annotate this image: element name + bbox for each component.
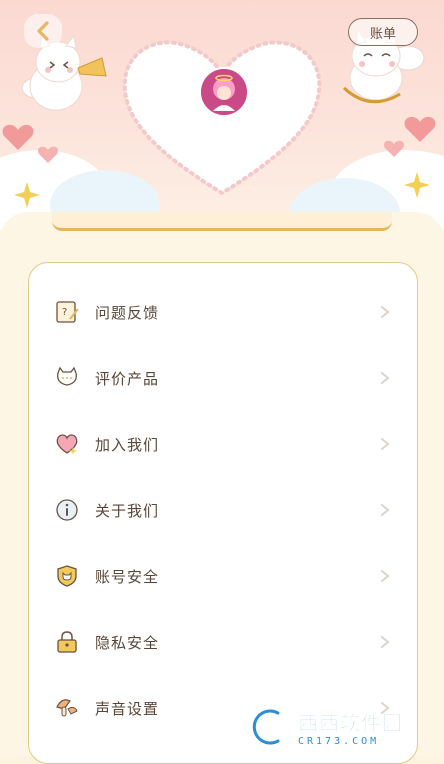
chevron-right-icon: [381, 372, 390, 384]
menu-item-feedback[interactable]: ? 问题反馈: [29, 287, 417, 337]
chevron-left-icon: [37, 21, 49, 41]
menu-item-label: 账号安全: [95, 567, 160, 586]
menu-item-label: 加入我们: [95, 435, 160, 454]
menu-item-label: 问题反馈: [95, 303, 160, 322]
chevron-right-icon: [381, 504, 390, 516]
menu-item-privacy-security[interactable]: 隐私安全: [29, 617, 417, 667]
menu-item-label: 评价产品: [95, 369, 160, 388]
join-heart-icon: [53, 430, 81, 458]
panel-tab-decoration: [52, 212, 392, 231]
avatar[interactable]: [199, 67, 249, 117]
chevron-right-icon: [381, 570, 390, 582]
menu-item-label: 关于我们: [95, 501, 160, 520]
sparkle-star-right-decoration: [404, 172, 430, 198]
rate-cat-bubble-icon: [53, 364, 81, 392]
bill-button[interactable]: 账单: [348, 18, 418, 46]
sparkle-star-left-decoration: [14, 182, 40, 208]
avatar-character-image: [201, 69, 247, 115]
account-shield-icon: [53, 562, 81, 590]
about-info-icon: [53, 496, 81, 524]
settings-menu: ? 问题反馈 评价产品 加入我们 关于我们 账号安全 隐私安全 声音设置: [28, 262, 418, 764]
watermark-domain: CR173.COM: [298, 736, 380, 747]
chevron-right-icon: [381, 636, 390, 648]
sound-mushroom-icon: [53, 694, 81, 722]
back-button[interactable]: [24, 14, 62, 48]
menu-item-account-security[interactable]: 账号安全: [29, 551, 417, 601]
svg-text:?: ?: [62, 307, 67, 318]
chevron-right-icon: [381, 438, 390, 450]
menu-item-rate-product[interactable]: 评价产品: [29, 353, 417, 403]
privacy-lock-icon: [53, 628, 81, 656]
menu-item-about-us[interactable]: 关于我们: [29, 485, 417, 535]
feedback-note-icon: ?: [53, 298, 81, 326]
watermark-logo-icon: [250, 707, 282, 747]
menu-item-label: 声音设置: [95, 699, 160, 718]
watermark-brand: 西西软件园: [298, 711, 403, 736]
menu-item-join-us[interactable]: 加入我们: [29, 419, 417, 469]
chevron-right-icon: [381, 306, 390, 318]
menu-item-label: 隐私安全: [95, 633, 160, 652]
site-watermark: 西西软件园 CR173.COM: [248, 705, 438, 749]
